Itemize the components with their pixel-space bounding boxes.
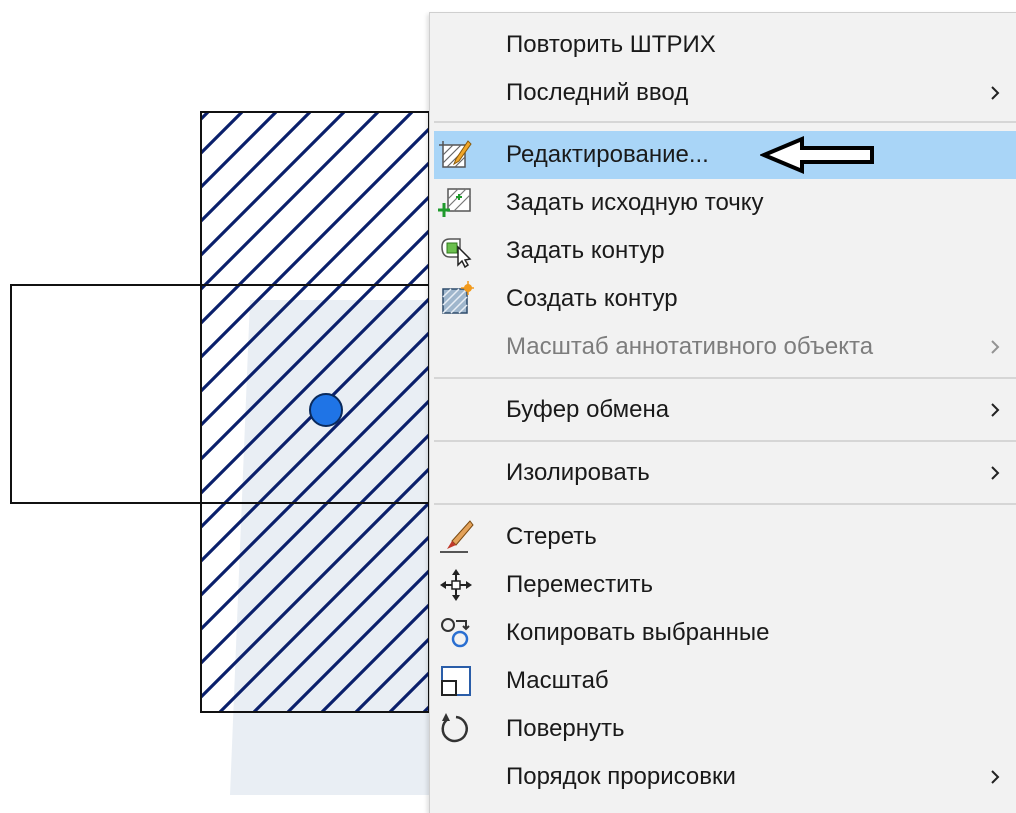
menu-item-label: Порядок прорисовки (506, 763, 736, 790)
chevron-right-icon (991, 403, 1000, 417)
menu-item-label: Повторить ШТРИХ (506, 31, 716, 58)
menu-item-label: Изолировать (506, 459, 650, 486)
menu-item-set-origin[interactable]: Задать исходную точку (434, 179, 1016, 227)
hatch-line (0, 112, 106, 712)
menu-item-scale[interactable]: Масштаб (434, 657, 1016, 705)
create-boundary-icon (442, 281, 474, 314)
hatch-line (201, 112, 210, 122)
chevron-right-icon (991, 466, 1000, 480)
menu-item-label: Создать контур (506, 285, 678, 312)
scale-icon (441, 666, 471, 696)
menu-item-label: Переместить (506, 571, 654, 598)
set-origin-icon (438, 188, 471, 217)
menu-item-label: Задать исходную точку (506, 189, 764, 216)
grip-point[interactable] (309, 393, 343, 427)
menu-item-label: Масштаб (506, 667, 609, 694)
menu-item-label: Повернуть (506, 715, 625, 742)
chevron-right-icon (991, 770, 1000, 784)
menu-separator (434, 503, 1016, 505)
menu-item-annotative-scale[interactable]: Масштаб аннотативного объекта (434, 323, 1016, 371)
context-menu: Повторить ШТРИХ Последний ввод Редактиро… (429, 12, 1016, 813)
menu-item-label: Последний ввод (506, 79, 689, 106)
hatch-line (0, 112, 38, 712)
menu-item-label: Буфер обмена (506, 396, 670, 423)
menu-item-move[interactable]: Переместить (434, 561, 1016, 609)
menu-item-clipboard[interactable]: Буфер обмена (434, 386, 1016, 434)
menu-item-rotate[interactable]: Повернуть (434, 705, 1016, 753)
menu-item-create-boundary[interactable]: Создать контур (434, 275, 1016, 323)
eraser-icon (440, 520, 474, 553)
menu-item-edit[interactable]: Редактирование... (434, 131, 1016, 179)
chevron-right-icon (991, 340, 1000, 354)
set-boundary-icon (441, 238, 472, 269)
move-icon (440, 569, 472, 601)
menu-item-label: Стереть (506, 523, 597, 550)
menu-item-copy-selected[interactable]: Копировать выбранные (434, 609, 1016, 657)
hatch-line (201, 112, 278, 190)
hatch-line (0, 112, 174, 712)
menu-item-draw-order[interactable]: Порядок прорисовки (434, 753, 1016, 801)
menu-item-erase[interactable]: Стереть (434, 513, 1016, 561)
menu-item-label: Копировать выбранные (506, 619, 770, 646)
menu-item-set-boundary[interactable]: Задать контур (434, 227, 1016, 275)
chevron-right-icon (991, 86, 1000, 100)
menu-item-label: Масштаб аннотативного объекта (506, 333, 874, 360)
hatch-edit-icon (439, 140, 472, 168)
menu-separator (434, 440, 1016, 442)
hatch-line (0, 112, 140, 712)
rotate-icon (441, 713, 468, 743)
menu-item-label: Редактирование... (506, 141, 709, 168)
menu-item-repeat-hatch[interactable]: Повторить ШТРИХ (434, 21, 1016, 69)
left-pointing-arrow-icon (760, 135, 874, 175)
menu-item-recent-input[interactable]: Последний ввод (434, 69, 1016, 117)
menu-separator (434, 121, 1016, 123)
watermark (230, 300, 430, 795)
menu-item-label: Задать контур (506, 237, 665, 264)
copy-icon (441, 618, 470, 648)
hatch-line (201, 112, 244, 156)
menu-item-isolate[interactable]: Изолировать (434, 449, 1016, 497)
menu-separator (434, 377, 1016, 379)
